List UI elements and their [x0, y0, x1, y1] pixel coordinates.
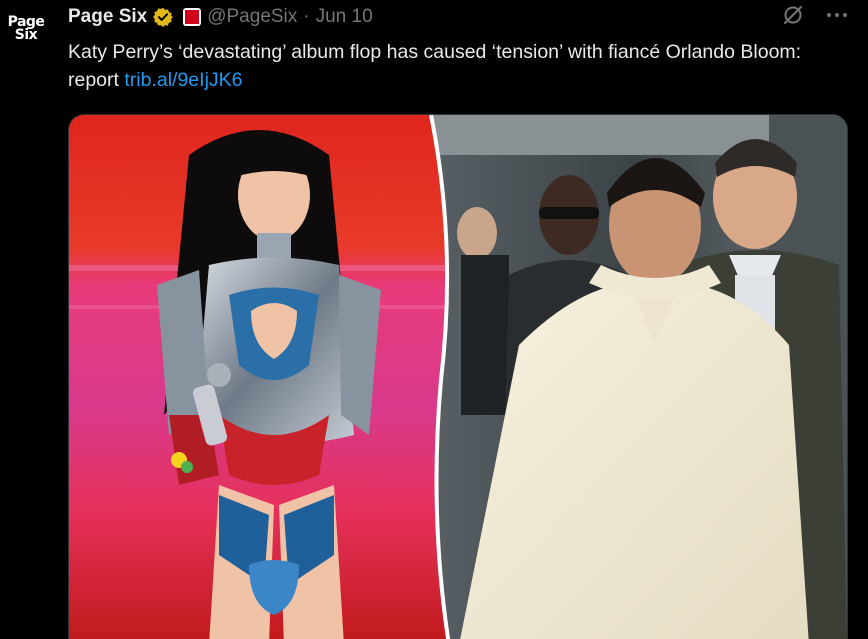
more-options-icon[interactable]: [826, 4, 848, 26]
affiliate-badge[interactable]: [183, 8, 202, 26]
separator-dot: ·: [303, 6, 310, 27]
tweet-link[interactable]: trib.al/9eIjJK6: [124, 69, 242, 91]
avatar[interactable]: Page Six: [0, 0, 52, 56]
grok-icon[interactable]: [782, 4, 804, 26]
tweet-header: Page Six @PageSix · Jun 10: [68, 2, 373, 32]
avatar-text-line2: Six: [14, 27, 38, 43]
tweet: Page Six Page Six @PageSix · Jun 10 Katy…: [0, 0, 868, 639]
verified-badge-icon: [153, 7, 174, 27]
affiliate-badge-logo: [185, 10, 200, 24]
handle[interactable]: @PageSix: [207, 6, 297, 28]
display-name[interactable]: Page Six: [68, 6, 147, 28]
tweet-text: Katy Perry’s ‘devastating’ album flop ha…: [68, 38, 848, 94]
tweet-image[interactable]: [68, 114, 848, 639]
timestamp[interactable]: Jun 10: [316, 6, 373, 28]
tweet-actions-top: [782, 4, 848, 26]
